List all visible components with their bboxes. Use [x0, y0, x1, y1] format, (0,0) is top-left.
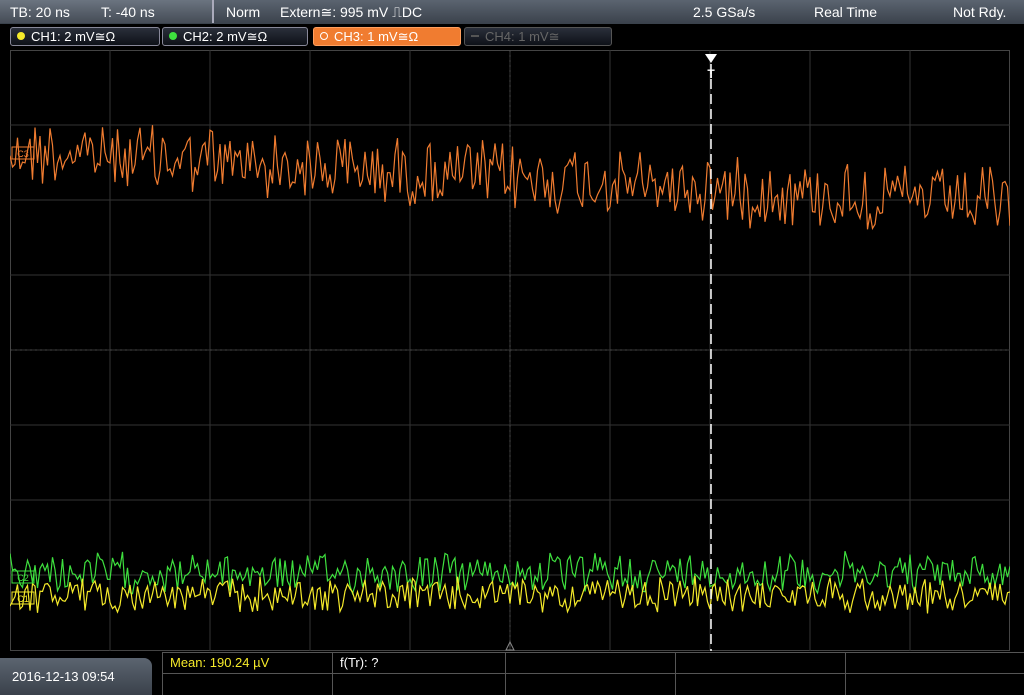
- trigger-time-label[interactable]: T: -40 ns: [101, 4, 155, 20]
- measurement-panel[interactable]: Mean: 190.24 µV f(Tr): ?: [162, 652, 1024, 695]
- datetime-display: 2016-12-13 09:54: [0, 658, 152, 695]
- channel-1-dot-icon: [17, 32, 25, 40]
- channel-4-dash-icon: [471, 35, 479, 37]
- ch1-marker-label: C1: [17, 594, 29, 604]
- measurement-col-divider-4: [845, 652, 846, 695]
- waveform-svg: T C3 C2 C1: [9, 50, 1011, 651]
- timebase-label[interactable]: TB: 20 ns: [10, 4, 70, 20]
- trigger-source-label[interactable]: Extern≅: 995 mV ⎍DC: [280, 4, 422, 21]
- mean-measurement[interactable]: Mean: 190.24 µV: [170, 655, 269, 670]
- measurement-col-divider-1: [332, 652, 333, 695]
- channel-2-label: CH2: 2 mV≅Ω: [183, 29, 268, 44]
- channel-2-button[interactable]: CH2: 2 mV≅Ω: [162, 27, 308, 46]
- ch2-marker-label: C2: [17, 573, 29, 583]
- channel-2-dot-icon: [169, 32, 177, 40]
- channel-1-button[interactable]: CH1: 2 mV≅Ω: [10, 27, 160, 46]
- grid-lines: [10, 50, 1010, 651]
- acquisition-mode-label: Real Time: [814, 4, 878, 20]
- channel-3-dot-icon: [320, 32, 328, 40]
- channel-3-label: CH3: 1 mV≅Ω: [334, 29, 419, 44]
- measurement-col-divider-0: [162, 652, 163, 695]
- top-status-bar: TB: 20 ns T: -40 ns Norm Extern≅: 995 mV…: [0, 0, 1024, 25]
- measurement-col-divider-2: [505, 652, 506, 695]
- sample-rate-label: 2.5 GSa/s: [693, 4, 756, 20]
- frequency-measurement[interactable]: f(Tr): ?: [340, 655, 379, 670]
- channel-bar: CH1: 2 mV≅Ω CH2: 2 mV≅Ω CH3: 1 mV≅Ω CH4:…: [0, 24, 1024, 49]
- channel-3-button[interactable]: CH3: 1 mV≅Ω: [313, 27, 461, 46]
- measurement-row-divider: [162, 673, 1024, 674]
- channel-1-label: CH1: 2 mV≅Ω: [31, 29, 116, 44]
- bottom-bar: 2016-12-13 09:54 Mean: 190.24 µV f(Tr): …: [0, 652, 1024, 695]
- trigger-marker-label: T: [707, 67, 715, 81]
- channel-4-label: CH4: 1 mV≅: [485, 29, 560, 44]
- datetime-label: 2016-12-13 09:54: [12, 669, 115, 684]
- measurement-col-divider-3: [675, 652, 676, 695]
- ch3-marker-label: C3: [17, 149, 29, 159]
- status-label: Not Rdy.: [953, 4, 1007, 20]
- trigger-mode-label[interactable]: Norm: [226, 4, 260, 20]
- waveform-display[interactable]: T C3 C2 C1: [9, 50, 1011, 651]
- trigger-position-icon[interactable]: [705, 54, 717, 63]
- channel-4-button[interactable]: CH4: 1 mV≅: [464, 27, 612, 46]
- measurement-top-border: [162, 652, 1024, 653]
